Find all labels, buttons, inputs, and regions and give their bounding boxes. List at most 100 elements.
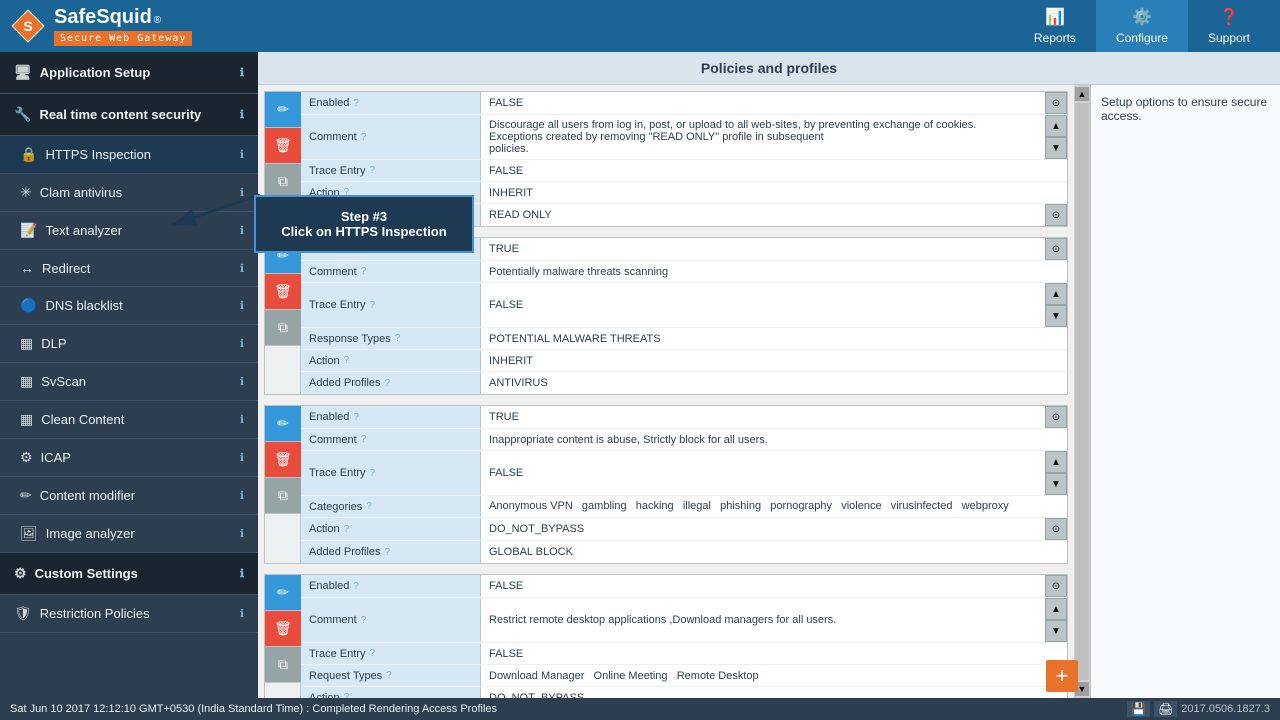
scroll-down-2[interactable]: ▼ — [1045, 305, 1067, 327]
reports-icon: 📊 — [1045, 7, 1065, 27]
field-value: POTENTIAL MALWARE THREATS — [481, 328, 1045, 349]
sidebar-item-dns-blacklist[interactable]: 🔵 DNS blacklist ℹ — [0, 287, 258, 325]
q-icon: ? — [361, 615, 367, 626]
info-panel: Setup options to ensure secure access. — [1090, 85, 1280, 698]
nav-label-reports: Reports — [1034, 31, 1076, 45]
scroll-reset-3b[interactable]: ⊙ — [1045, 518, 1067, 540]
scroll-up-4[interactable]: ▲ — [1045, 598, 1067, 620]
q-icon: ? — [353, 581, 359, 592]
sidebar-item-realtime-content[interactable]: 🔧 Real time content security ℹ — [0, 94, 258, 136]
field-value: FALSE — [481, 575, 1045, 597]
scroll-down-1[interactable]: ▼ — [1045, 137, 1067, 159]
nav-item-configure[interactable]: ⚙️ Configure — [1096, 0, 1188, 53]
dns-icon: 🔵 — [20, 297, 37, 314]
inline-scroll-10 — [1045, 350, 1067, 371]
field-label: Added Profiles? — [301, 541, 481, 563]
delete-btn-3[interactable]: 🗑 — [265, 442, 301, 478]
copy-btn-2[interactable]: ⧉ — [265, 310, 301, 346]
inline-scroll-1: ⊙ — [1045, 92, 1067, 114]
info-icon-restriction: ℹ — [240, 607, 244, 620]
sidebar-label-svscan: SvScan — [41, 374, 86, 389]
field-value: Restrict remote desktop applications ,Do… — [481, 598, 1045, 642]
sidebar: 🖥 Application Setup ℹ 🔧 Real time conten… — [0, 52, 258, 698]
policies-scroll[interactable]: ✏ 🗑 ⧉ Enabled? FALSE ⊙ — [258, 85, 1074, 698]
field-row: Categories? Anonymous VPN gambling hacki… — [301, 496, 1067, 518]
sidebar-item-application-setup[interactable]: 🖥 Application Setup ℹ — [0, 52, 258, 94]
q-icon: ? — [385, 547, 391, 558]
sidebar-item-restriction-policies[interactable]: 🛡 Restriction Policies ℹ — [0, 595, 258, 633]
field-row: Comment? Discourage all users from log i… — [301, 115, 1067, 160]
sidebar-item-redirect[interactable]: ↔ Redirect ℹ — [0, 250, 258, 287]
print-icon-btn[interactable]: 🖨 — [1154, 701, 1177, 717]
info-icon-redirect: ℹ — [240, 262, 244, 275]
field-label: Action? — [301, 350, 481, 371]
info-icon-https: ℹ — [240, 148, 244, 161]
sidebar-item-https-inspection[interactable]: 🔒 HTTPS Inspection ℹ — [0, 136, 258, 174]
field-value: Anonymous VPN gambling hacking illegal p… — [481, 496, 1045, 517]
custom-settings-icon: ⚙ — [14, 565, 27, 582]
app-setup-icon: 🖥 — [14, 64, 32, 81]
info-icon-custom-settings: ℹ — [240, 567, 244, 580]
scroll-up-2[interactable]: ▲ — [1045, 283, 1067, 305]
sidebar-item-content-modifier[interactable]: ✏ Content modifier ℹ — [0, 477, 258, 515]
sidebar-item-clean-content[interactable]: ▦ Clean Content ℹ — [0, 401, 258, 439]
q-icon: ? — [361, 266, 367, 277]
scroll-up-1[interactable]: ▲ — [1045, 115, 1067, 137]
policy-fields-4: Enabled? FALSE ⊙ Comment? Restrict remot… — [301, 575, 1067, 698]
delete-btn-1[interactable]: 🗑 — [265, 128, 301, 164]
field-row: Comment? Inappropriate content is abuse,… — [301, 429, 1067, 451]
scroll-reset-p1[interactable]: ⊙ — [1045, 204, 1067, 226]
delete-btn-4[interactable]: 🗑 — [265, 611, 301, 647]
copy-btn-4[interactable]: ⧉ — [265, 647, 301, 683]
field-value: FALSE — [481, 92, 1045, 114]
field-row: Response Types? POTENTIAL MALWARE THREAT… — [301, 328, 1067, 350]
sidebar-item-custom-settings[interactable]: ⚙ Custom Settings ℹ — [0, 553, 258, 595]
vertical-scrollbar: ▲ ▼ — [1074, 85, 1090, 698]
sidebar-item-dlp[interactable]: ▦ DLP ℹ — [0, 325, 258, 363]
header-nav: 📊 Reports ⚙️ Configure ❓ Support — [1014, 0, 1270, 53]
sidebar-label-content-modifier: Content modifier — [40, 488, 135, 503]
scroll-top-btn[interactable]: ▲ — [1075, 87, 1089, 101]
edit-btn-4[interactable]: ✏ — [265, 575, 301, 611]
nav-item-reports[interactable]: 📊 Reports — [1014, 0, 1096, 53]
edit-btn-1[interactable]: ✏ — [265, 92, 301, 128]
q-icon: ? — [385, 378, 391, 389]
scroll-reset-1[interactable]: ⊙ — [1045, 92, 1067, 114]
save-icon-btn[interactable]: 💾 — [1127, 701, 1150, 717]
field-row: Trace Entry? FALSE — [301, 643, 1067, 665]
inline-scroll-7 — [1045, 261, 1067, 282]
configure-icon: ⚙️ — [1132, 7, 1152, 27]
info-icon-realtime: ℹ — [240, 108, 244, 121]
copy-btn-3[interactable]: ⧉ — [265, 478, 301, 514]
field-value: TRUE — [481, 406, 1045, 428]
sidebar-label-clam: Clam antivirus — [40, 185, 122, 200]
field-label: Action? — [301, 518, 481, 540]
scroll-reset-2a[interactable]: ⊙ — [1045, 238, 1067, 260]
sidebar-item-svscan[interactable]: ▦ SvScan ℹ — [0, 363, 258, 401]
field-label: Response Types? — [301, 328, 481, 349]
scroll-down-4[interactable]: ▼ — [1045, 620, 1067, 642]
policy-actions-3: ✏ 🗑 ⧉ — [265, 406, 301, 563]
scroll-down-3[interactable]: ▼ — [1045, 473, 1067, 495]
sidebar-label-dlp: DLP — [41, 336, 66, 351]
inline-scroll-12: ⊙ — [1045, 406, 1067, 428]
sidebar-item-image-analyzer[interactable]: 🖼 Image analyzer ℹ — [0, 515, 258, 553]
edit-btn-3[interactable]: ✏ — [265, 406, 301, 442]
sidebar-item-icap[interactable]: ⚙ ICAP ℹ — [0, 439, 258, 477]
q-icon: ? — [369, 300, 375, 311]
field-row: Action? DO_NOT_BYPASS ⊙ — [301, 518, 1067, 541]
nav-item-support[interactable]: ❓ Support — [1188, 0, 1270, 53]
tooltip-instruction: Click on HTTPS Inspection — [274, 224, 454, 239]
q-icon: ? — [344, 355, 350, 366]
scroll-reset-4a[interactable]: ⊙ — [1045, 575, 1067, 597]
field-label: Enabled? — [301, 575, 481, 597]
info-icon-content-modifier: ℹ — [240, 489, 244, 502]
add-policy-button[interactable]: + — [1046, 660, 1078, 692]
version-text: 2017.0506.1827.3 — [1181, 703, 1270, 715]
scroll-reset-3a[interactable]: ⊙ — [1045, 406, 1067, 428]
info-icon-clean-content: ℹ — [240, 413, 244, 426]
delete-btn-2[interactable]: 🗑 — [265, 274, 301, 310]
realtime-icon: 🔧 — [14, 106, 31, 123]
sidebar-label-image-analyzer: Image analyzer — [46, 526, 135, 541]
scroll-up-3[interactable]: ▲ — [1045, 451, 1067, 473]
